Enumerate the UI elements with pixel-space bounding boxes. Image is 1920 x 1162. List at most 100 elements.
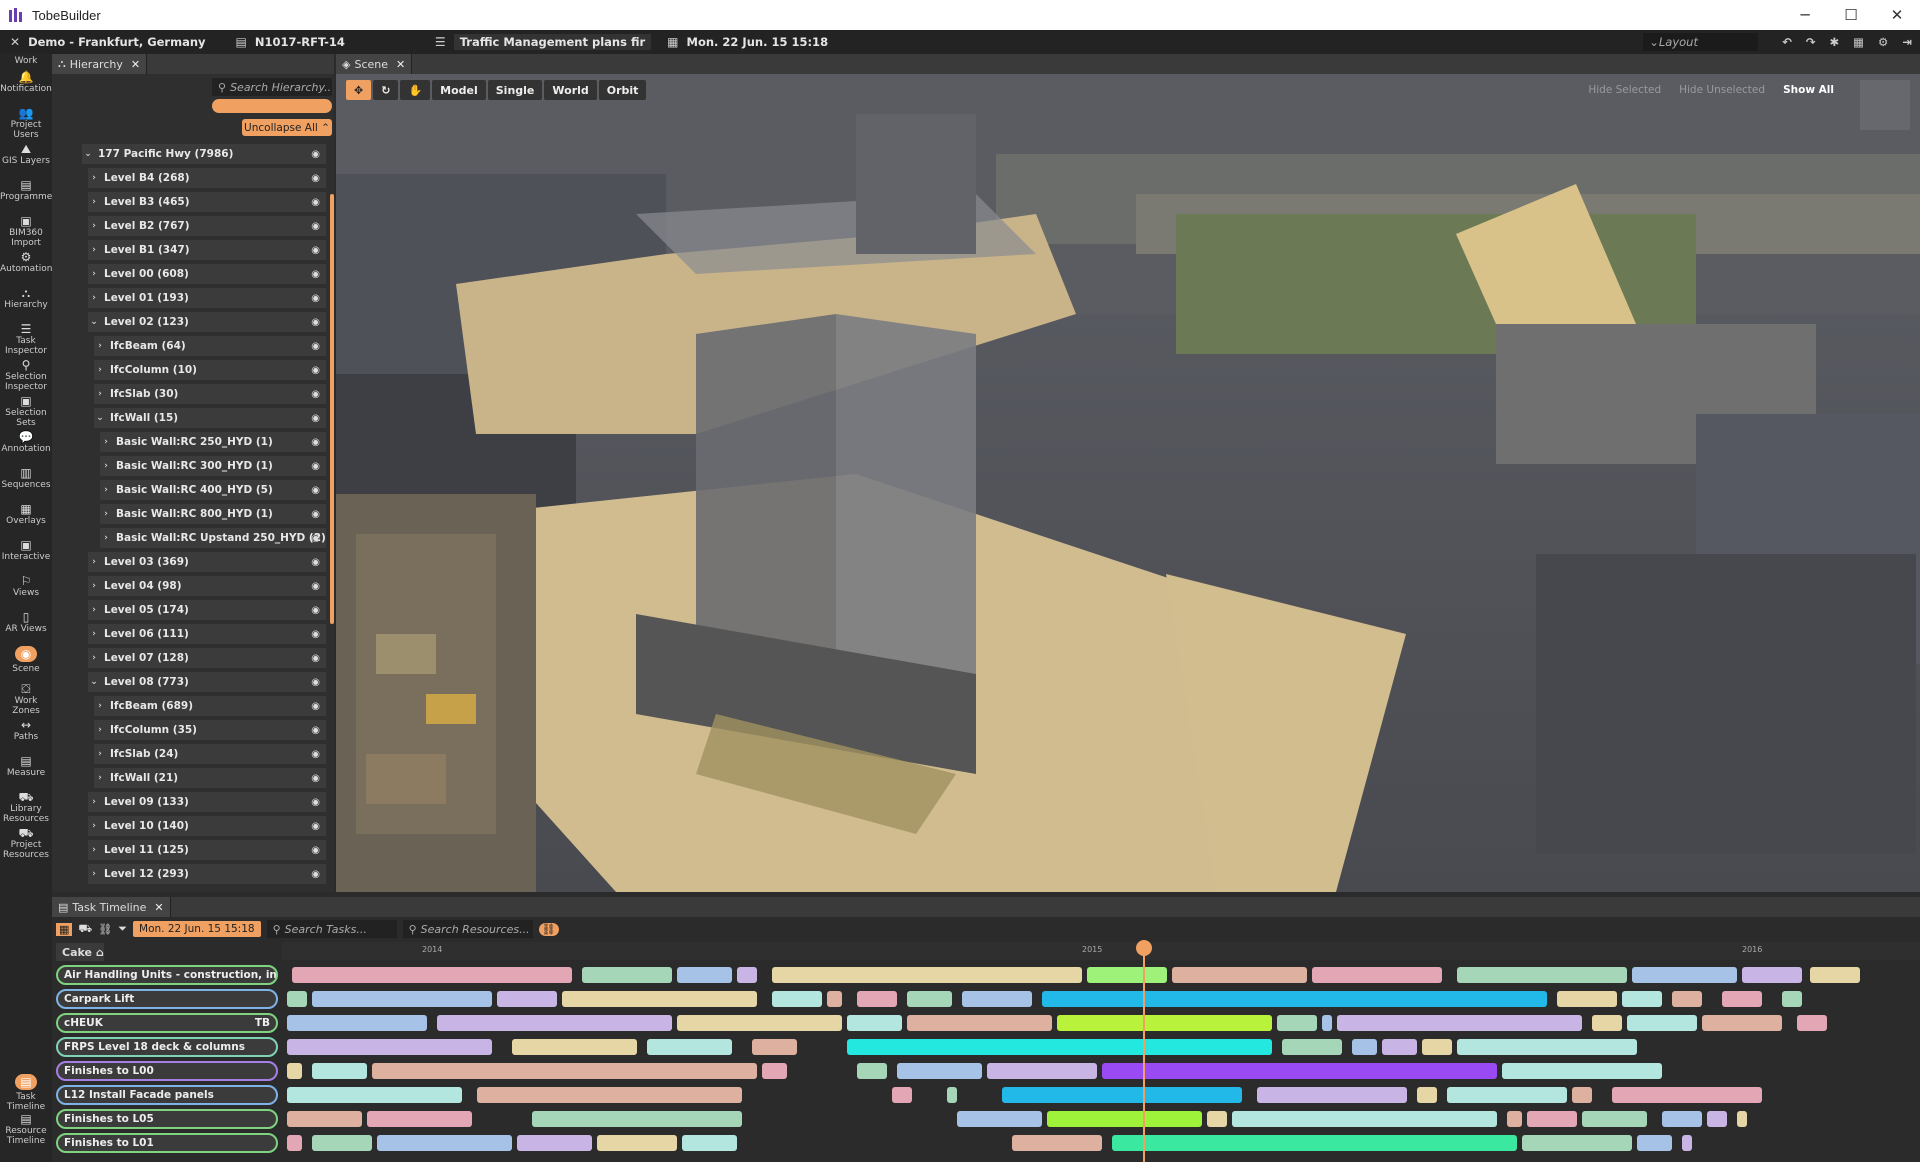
tree-row[interactable]: › Level B1 (347) ◉ (88, 240, 326, 260)
link-icon[interactable]: ⛓ (98, 923, 112, 936)
task-bar[interactable] (947, 1087, 957, 1103)
task-bar[interactable] (477, 1087, 742, 1103)
scene-tool-world[interactable]: World (544, 80, 597, 100)
task-bar[interactable] (497, 991, 557, 1007)
tree-row[interactable]: › Level B3 (465) ◉ (88, 192, 326, 212)
task-bar[interactable] (1672, 991, 1702, 1007)
sidebar-item-selection-inspector[interactable]: ⚲ Selection Inspector (0, 358, 52, 392)
eye-icon[interactable]: ◉ (311, 221, 320, 232)
task-bar[interactable] (737, 967, 757, 983)
current-time-marker[interactable] (1143, 945, 1145, 1162)
chevron-right-icon[interactable]: › (88, 173, 100, 183)
tree-row[interactable]: › IfcSlab (24) ◉ (94, 744, 326, 764)
chevron-right-icon[interactable]: › (100, 533, 112, 543)
task-bar[interactable] (677, 967, 732, 983)
task-bar[interactable] (987, 1063, 1097, 1079)
task-bar[interactable] (1742, 967, 1802, 983)
task-bar[interactable] (1422, 1039, 1452, 1055)
tab-scene[interactable]: ◈ Scene ✕ (336, 54, 413, 74)
eye-icon[interactable]: ◉ (311, 653, 320, 664)
tree-row[interactable]: › Level 11 (125) ◉ (88, 840, 326, 860)
exit-icon[interactable]: ⇥ (1902, 35, 1912, 49)
chevron-down-icon[interactable]: ⌄ (82, 149, 94, 159)
minimize-icon[interactable]: ─ (1782, 0, 1828, 30)
chevron-right-icon[interactable]: › (100, 461, 112, 471)
task-bar[interactable] (682, 1135, 737, 1151)
sidebar-item-bim360-import[interactable]: ▣ BIM360 Import (0, 214, 52, 248)
hierarchy-search-input[interactable]: ⚲ Search Hierarchy.. (212, 78, 332, 96)
eye-icon[interactable]: ◉ (311, 149, 320, 160)
eye-icon[interactable]: ◉ (311, 605, 320, 616)
move-tool-icon[interactable]: ✥ (346, 80, 372, 100)
sidebar-item-measure[interactable]: ▤ Measure (0, 754, 52, 778)
task-bar[interactable] (772, 967, 1082, 983)
task-bar[interactable] (597, 1135, 677, 1151)
sidebar-item-selection-sets[interactable]: ▣ Selection Sets (0, 394, 52, 428)
eye-icon[interactable]: ◉ (311, 317, 320, 328)
task-bar[interactable] (907, 991, 952, 1007)
eye-icon[interactable]: ◉ (311, 365, 320, 376)
cake-button[interactable]: Cake ⌂ (56, 943, 104, 961)
chevron-right-icon[interactable]: › (88, 293, 100, 303)
task-bar[interactable] (1057, 1015, 1272, 1031)
tab-task-timeline[interactable]: ▤ Task Timeline ✕ (52, 897, 171, 917)
chevron-right-icon[interactable]: › (94, 389, 106, 399)
task-bar[interactable] (1662, 1111, 1702, 1127)
task-bar[interactable] (772, 991, 822, 1007)
task-bar[interactable] (1257, 1087, 1407, 1103)
tree-row[interactable]: › Level 04 (98) ◉ (88, 576, 326, 596)
task-bar[interactable] (1637, 1135, 1672, 1151)
eye-icon[interactable]: ◉ (311, 341, 320, 352)
task-bar[interactable] (1282, 1039, 1342, 1055)
sidebar-item-library-resources[interactable]: ⛟ Library Resources (0, 790, 52, 824)
tree-row[interactable]: › IfcColumn (35) ◉ (94, 720, 326, 740)
current-date[interactable]: Mon. 22 Jun. 15 15:18 (687, 35, 829, 49)
task-bar[interactable] (312, 1135, 372, 1151)
task-bar[interactable] (1810, 967, 1860, 983)
task-bar[interactable] (1417, 1087, 1437, 1103)
hierarchy-scrollbar[interactable] (330, 194, 334, 624)
task-bar[interactable] (517, 1135, 592, 1151)
task-bar[interactable] (512, 1039, 637, 1055)
sidebar-item-automation[interactable]: ⚙ Automation (0, 250, 52, 274)
eye-icon[interactable]: ◉ (311, 821, 320, 832)
eye-icon[interactable]: ◉ (311, 629, 320, 640)
close-timeline-tab-icon[interactable]: ✕ (154, 901, 163, 914)
scene-tool-orbit[interactable]: Orbit (598, 80, 647, 100)
task-row-label[interactable]: Finishes to L05 (56, 1109, 278, 1129)
task-bar[interactable] (1557, 991, 1617, 1007)
sidebar-item-resource-timeline[interactable]: ▤ Resource Timeline (0, 1112, 52, 1146)
chevron-right-icon[interactable]: › (88, 557, 100, 567)
tree-row[interactable]: ⌄ Level 08 (773) ◉ (88, 672, 326, 692)
eye-icon[interactable]: ◉ (311, 773, 320, 784)
chevron-right-icon[interactable]: › (88, 581, 100, 591)
tree-row[interactable]: › Basic Wall:RC 250_HYD (1) ◉ (100, 432, 326, 452)
eye-icon[interactable]: ◉ (311, 173, 320, 184)
tree-row[interactable]: › Level 05 (174) ◉ (88, 600, 326, 620)
chevron-right-icon[interactable]: › (88, 653, 100, 663)
tree-row[interactable]: ⌄ Level 02 (123) ◉ (88, 312, 326, 332)
tree-row[interactable]: ⌄ 177 Pacific Hwy (7986) ◉ (82, 144, 326, 164)
eye-icon[interactable]: ◉ (311, 413, 320, 424)
sidebar-item-annotation[interactable]: 💬 Annotation (0, 430, 52, 454)
tree-row[interactable]: › Level 09 (133) ◉ (88, 792, 326, 812)
task-bar[interactable] (1112, 1135, 1517, 1151)
eye-icon[interactable]: ◉ (311, 797, 320, 808)
tab-hierarchy[interactable]: ⛬ Hierarchy ✕ (52, 54, 148, 74)
tree-row[interactable]: › Basic Wall:RC 300_HYD (1) ◉ (100, 456, 326, 476)
chevron-right-icon[interactable]: › (88, 197, 100, 207)
chevron-right-icon[interactable]: › (94, 773, 106, 783)
scene-viewport[interactable]: ◈Scene ✕ ✥↻✋ModelSingleWorldOrbit (336, 54, 1920, 892)
chevron-right-icon[interactable]: › (88, 629, 100, 639)
scene-tool-model[interactable]: Model (432, 80, 486, 100)
task-bar[interactable] (1502, 1063, 1662, 1079)
task-row-label[interactable]: Finishes to L01 (56, 1133, 278, 1153)
task-row-label[interactable]: FRPS Level 18 deck & columns (56, 1037, 278, 1057)
task-bar[interactable] (1322, 1015, 1332, 1031)
task-bar[interactable] (827, 991, 842, 1007)
chevron-right-icon[interactable]: › (94, 365, 106, 375)
task-bar[interactable] (367, 1111, 472, 1127)
project-name[interactable]: Demo - Frankfurt, Germany (28, 35, 205, 49)
plan-selector[interactable]: Traffic Management plans fir (453, 34, 652, 50)
task-bar[interactable] (897, 1063, 982, 1079)
